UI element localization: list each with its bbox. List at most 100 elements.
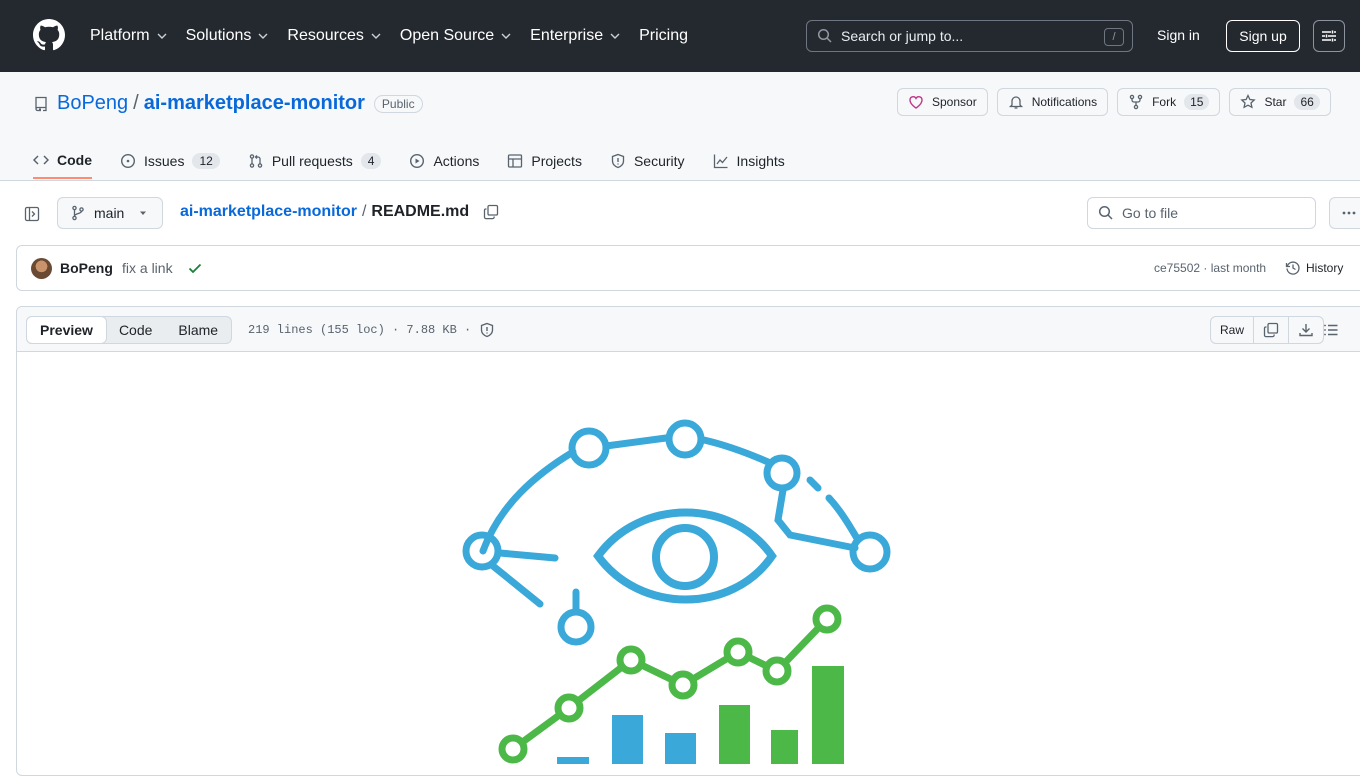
chevron-down-icon [157, 33, 167, 39]
tab-security[interactable]: Security [610, 142, 685, 179]
copy-raw-button[interactable] [1254, 317, 1290, 343]
global-nav: Platform Solutions Resources Open Source… [90, 0, 706, 72]
notifications-label: Notifications [1031, 95, 1098, 109]
branch-icon [72, 205, 84, 221]
raw-button[interactable]: Raw [1211, 317, 1255, 343]
fork-count: 15 [1184, 94, 1210, 110]
check-icon[interactable] [187, 260, 203, 276]
nav-pricing[interactable]: Pricing [639, 27, 688, 45]
chevron-down-icon [371, 33, 381, 39]
blame-mode-button[interactable]: Blame [165, 317, 231, 343]
caret-down-icon [140, 211, 147, 215]
global-search-input[interactable]: Search or jump to... / [806, 20, 1133, 52]
history-icon [1285, 261, 1300, 275]
breadcrumb: ai-marketplace-monitor / README.md [180, 203, 499, 221]
growth-chart-illustration [498, 604, 844, 764]
notifications-button[interactable]: Notifications [996, 88, 1109, 116]
file-actions-group: Raw [1210, 316, 1325, 344]
branch-selector[interactable]: main [57, 197, 163, 229]
shield-icon [611, 153, 625, 168]
tab-code[interactable]: Code [33, 142, 92, 179]
file-info: 219 lines (155 loc) · 7.88 KB · [248, 322, 495, 338]
fork-icon [1129, 94, 1143, 110]
code-icon [33, 154, 49, 165]
tab-projects[interactable]: Projects [507, 142, 582, 179]
outline-button[interactable] [1317, 316, 1345, 344]
copy-icon [1263, 322, 1279, 338]
commit-message-link[interactable]: fix a link [122, 260, 173, 276]
tab-insights[interactable]: Insights [713, 142, 785, 179]
commit-meta: ce75502 · last month [1154, 261, 1266, 275]
sponsor-button[interactable]: Sponsor [897, 88, 988, 116]
sidebar-expand-icon [24, 206, 40, 222]
repo-header: BoPeng / ai-marketplace-monitor Public S… [0, 72, 1360, 181]
list-unordered-icon [1324, 324, 1338, 336]
tab-label: Actions [433, 152, 480, 169]
hamburger-settings-icon [1322, 30, 1336, 42]
repo-tabs: Code Issues 12 Pull requests 4 Actions P… [33, 142, 813, 181]
fork-label: Fork [1152, 95, 1177, 109]
chevron-down-icon [258, 33, 268, 39]
breadcrumb-separator: / [361, 203, 367, 220]
chevron-down-icon [501, 33, 511, 39]
commit-sha-link[interactable]: ce75502 [1154, 261, 1200, 275]
breadcrumb-repo-link[interactable]: ai-marketplace-monitor [180, 203, 357, 221]
go-to-file-input[interactable]: Go to file [1087, 197, 1316, 229]
nav-open-source[interactable]: Open Source [400, 27, 512, 45]
nav-solutions[interactable]: Solutions [186, 27, 270, 45]
nav-label: Resources [287, 27, 364, 44]
bell-icon [1008, 96, 1023, 109]
history-link[interactable]: History [1285, 260, 1343, 276]
tab-label: Code [57, 151, 92, 168]
star-icon [1240, 94, 1257, 109]
tab-label: Insights [736, 152, 785, 169]
go-to-file-placeholder: Go to file [1122, 205, 1179, 221]
more-options-button[interactable] [1329, 197, 1360, 229]
graph-icon [713, 154, 728, 168]
repo-title: BoPeng / ai-marketplace-monitor Public [33, 92, 423, 115]
tab-label: Security [633, 152, 685, 169]
repo-owner-link[interactable]: BoPeng [57, 92, 128, 115]
sign-in-link[interactable]: Sign in [1157, 27, 1200, 43]
star-count: 66 [1294, 94, 1320, 110]
nav-enterprise[interactable]: Enterprise [530, 27, 621, 45]
repo-name-link[interactable]: ai-marketplace-monitor [144, 92, 365, 115]
nav-resources[interactable]: Resources [287, 27, 381, 45]
search-icon [817, 28, 832, 43]
search-placeholder: Search or jump to... [841, 28, 964, 44]
sponsor-label: Sponsor [932, 95, 977, 109]
chevron-down-icon [610, 33, 620, 39]
tab-pull-requests[interactable]: Pull requests 4 [248, 142, 382, 179]
table-icon [508, 153, 523, 168]
file-stats: 219 lines (155 loc) · 7.88 KB · [248, 323, 472, 337]
preview-mode-button[interactable]: Preview [26, 316, 107, 344]
repo-actions: Sponsor Notifications Fork 15 Star 66 [897, 88, 1340, 116]
shield-check-icon[interactable] [479, 322, 495, 338]
commit-author-link[interactable]: BoPeng [60, 260, 113, 276]
tab-label: Projects [531, 152, 582, 169]
tab-issues[interactable]: Issues 12 [120, 142, 220, 179]
star-button[interactable]: Star 66 [1229, 88, 1331, 116]
readme-logo-image [462, 419, 891, 764]
branch-name: main [94, 205, 125, 221]
nav-label: Solutions [185, 27, 252, 44]
nav-label: Enterprise [530, 27, 604, 44]
menu-button[interactable] [1313, 20, 1345, 52]
fork-button[interactable]: Fork 15 [1117, 88, 1221, 116]
github-logo-icon[interactable] [33, 19, 65, 51]
sign-up-button[interactable]: Sign up [1226, 20, 1300, 52]
avatar[interactable] [31, 258, 52, 279]
tab-label: Pull requests [271, 152, 353, 169]
nav-platform[interactable]: Platform [90, 27, 168, 45]
code-mode-button[interactable]: Code [106, 317, 165, 343]
tab-actions[interactable]: Actions [409, 142, 479, 179]
repo-icon [35, 96, 47, 111]
play-icon [410, 153, 425, 168]
sidebar-toggle-button[interactable] [16, 198, 48, 230]
nav-label: Pricing [639, 27, 688, 44]
star-label: Star [1264, 95, 1287, 109]
copy-path-icon[interactable] [483, 204, 499, 220]
history-label: History [1306, 261, 1344, 275]
file-toolbar: Preview Code Blame 219 lines (155 loc) ·… [17, 307, 1360, 352]
view-mode-switch: Preview Code Blame [26, 316, 233, 344]
